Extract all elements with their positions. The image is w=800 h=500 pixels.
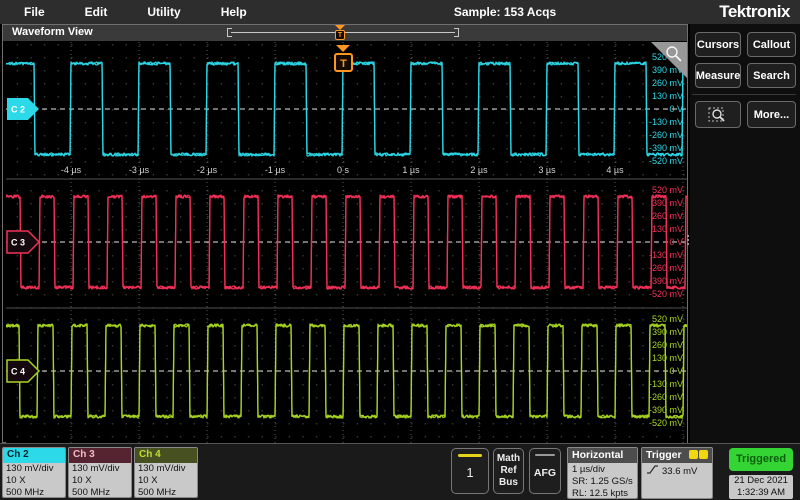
afg-label: AFG: [530, 467, 560, 479]
voltage-label: 0 V: [669, 104, 683, 114]
zoom-active-indicator: [458, 454, 482, 457]
datetime-display: 21 Dec 2021 1:32:39 AM: [729, 475, 793, 499]
measure-button[interactable]: Measure: [695, 63, 741, 88]
svg-text:C 4: C 4: [11, 367, 25, 377]
panel-separator: [692, 94, 796, 95]
horizontal-overview-bar[interactable]: T: [227, 28, 459, 38]
voltage-label: 390 mV: [652, 198, 683, 208]
waveform-view-window: Waveform View T 520 mV 390 mV 260 mV 130 mV…: [2, 24, 688, 443]
trigger-panel-values: 33.6 mV: [642, 463, 712, 499]
svg-text:C 3: C 3: [11, 238, 25, 248]
zoom-selection-button[interactable]: [695, 101, 741, 128]
graticule-plot[interactable]: 520 mV 390 mV 260 mV 130 mV 0 V -130 mV -260 m…: [6, 42, 687, 443]
voltage-label: 130 mV: [652, 91, 683, 101]
trigger-source-icon: [689, 450, 708, 459]
time-label: 1 µs: [402, 165, 420, 175]
voltage-label: 0 V: [669, 366, 683, 376]
svg-text:C 2: C 2: [11, 105, 25, 115]
rising-edge-icon: [646, 464, 659, 475]
voltage-label: 390 mV: [652, 327, 683, 337]
voltage-label: 130 mV: [652, 353, 683, 363]
afg-indicator: [535, 454, 555, 456]
math-ref-bus-label: MathRefBus: [494, 453, 523, 489]
trigger-level: 33.6 mV: [662, 466, 697, 477]
time-label: -4 µs: [61, 165, 82, 175]
voltage-label: -260 mV: [649, 130, 683, 140]
voltage-label: 260 mV: [652, 78, 683, 88]
voltage-label: -130 mV: [649, 379, 683, 389]
trigger-t-icon: T: [335, 30, 345, 40]
voltage-label: 0 V: [669, 237, 683, 247]
trigger-status-badge: Triggered: [729, 448, 793, 471]
voltage-label: -390 mV: [649, 143, 683, 153]
voltage-label: -130 mV: [649, 117, 683, 127]
channel-card-settings: 130 mV/div10 X500 MHz: [3, 463, 65, 498]
waveform-view-title: Waveform View: [12, 26, 93, 38]
horizontal-settings-panel[interactable]: Horizontal 1 µs/divSR: 1.25 GS/sRL: 12.5…: [567, 447, 638, 499]
trigger-panel-header: Trigger: [642, 448, 712, 463]
time-label: 2 µs: [470, 165, 488, 175]
voltage-label: -520 mV: [649, 289, 683, 299]
zoom-overlay-label: 1: [452, 465, 488, 480]
time-label: 4 µs: [606, 165, 624, 175]
trigger-flag-label: T: [340, 58, 347, 70]
voltage-label: -260 mV: [649, 263, 683, 273]
cursors-button[interactable]: Cursors: [695, 32, 741, 57]
oscilloscope-screen: File Edit Utility Help Sample: 153 Acqs Tek…: [0, 0, 800, 500]
search-button[interactable]: Search: [747, 63, 796, 88]
trigger-panel-title: Trigger: [646, 449, 682, 461]
control-panel: Cursors Callout Measure Search More...: [690, 24, 800, 443]
horizontal-panel-title: Horizontal: [568, 448, 637, 463]
menu-utility[interactable]: Utility: [147, 5, 180, 19]
voltage-label: 130 mV: [652, 224, 683, 234]
voltage-label: 520 mV: [652, 185, 683, 195]
zoom-selection-icon: [708, 106, 728, 124]
time-label: -3 µs: [129, 165, 150, 175]
voltage-label: -520 mV: [649, 156, 683, 166]
channel-card-ch3[interactable]: Ch 3130 mV/div10 X500 MHz: [68, 447, 132, 498]
time-label: 1:32:39 AM: [729, 487, 793, 499]
more-button[interactable]: More...: [747, 101, 796, 128]
zoom-overlay-button[interactable]: 1: [451, 448, 489, 494]
voltage-label: -390 mV: [649, 276, 683, 286]
voltage-label: -520 mV: [649, 418, 683, 428]
menu-bar: File Edit Utility Help Sample: 153 Acqs Tek…: [0, 0, 800, 24]
channel-card-settings: 130 mV/div10 X500 MHz: [135, 463, 197, 498]
waveform-view-titlebar: Waveform View T: [3, 25, 687, 41]
overview-right-bracket: [454, 28, 459, 37]
tektronix-logo: Tektronix: [719, 0, 790, 24]
horizontal-panel-values: 1 µs/divSR: 1.25 GS/sRL: 12.5 kpts: [568, 463, 637, 499]
menu-items: File Edit Utility Help: [24, 0, 247, 24]
graticule-dots: [6, 308, 687, 443]
voltage-label: 520 mV: [652, 314, 683, 324]
channel-card-ch4[interactable]: Ch 4130 mV/div10 X500 MHz: [134, 447, 198, 498]
time-label: -2 µs: [197, 165, 218, 175]
acquisition-status: Sample: 153 Acqs: [425, 0, 585, 24]
menu-help[interactable]: Help: [221, 5, 247, 19]
menu-file[interactable]: File: [24, 5, 45, 19]
voltage-label: -260 mV: [649, 392, 683, 402]
math-ref-bus-button[interactable]: MathRefBus: [493, 448, 524, 494]
voltage-label: 260 mV: [652, 211, 683, 221]
channel-card-ch2[interactable]: Ch 2130 mV/div10 X500 MHz: [2, 447, 66, 498]
menu-edit[interactable]: Edit: [85, 5, 108, 19]
status-bar: Ch 2130 mV/div10 X500 MHzCh 3130 mV/div1…: [0, 443, 800, 500]
time-label: -1 µs: [265, 165, 286, 175]
channel-card-title: Ch 3: [69, 448, 131, 463]
voltage-label: 260 mV: [652, 340, 683, 350]
voltage-label: -390 mV: [649, 405, 683, 415]
channel-card-settings: 130 mV/div10 X500 MHz: [69, 463, 131, 498]
trigger-settings-panel[interactable]: Trigger 33.6 mV: [641, 447, 713, 499]
time-label: 0 s: [337, 165, 350, 175]
date-label: 21 Dec 2021: [729, 475, 793, 487]
afg-button[interactable]: AFG: [529, 448, 561, 494]
time-label: 3 µs: [538, 165, 556, 175]
voltage-label: -130 mV: [649, 250, 683, 260]
callout-button[interactable]: Callout: [747, 32, 796, 57]
channel-card-title: Ch 2: [3, 448, 65, 463]
channel-card-title: Ch 4: [135, 448, 197, 463]
trigger-position-marker[interactable]: T: [334, 25, 346, 40]
